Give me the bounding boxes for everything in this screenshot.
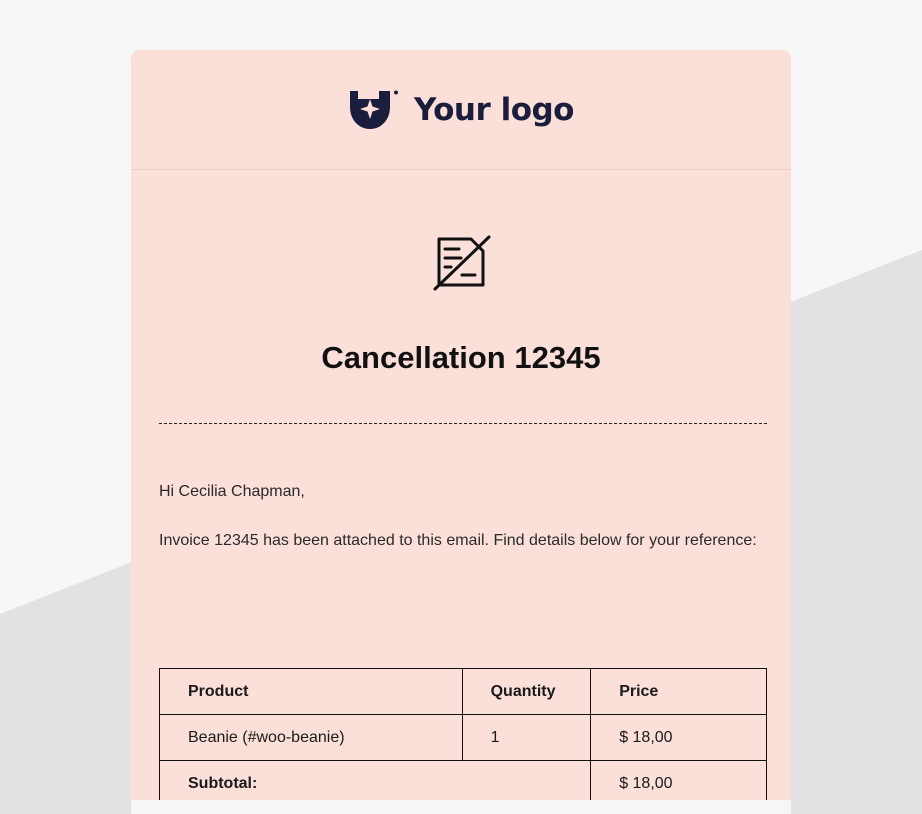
subtotal-label: Subtotal: (158, 760, 592, 800)
table-row: Beanie (#woo-beanie) 1 $ 18,00 (159, 714, 767, 761)
message-body: Hi Cecilia Chapman, Invoice 12345 has be… (131, 424, 791, 553)
subtotal-value: $ 18,00 (590, 760, 767, 800)
greeting-text: Hi Cecilia Chapman, (159, 483, 305, 500)
table-header-row: Product Quantity Price (159, 668, 767, 715)
hero-section: Cancellation 12345 (131, 170, 791, 376)
page-title: Cancellation 12345 (321, 340, 601, 375)
header-price: Price (590, 668, 767, 715)
header-product: Product (159, 668, 463, 715)
document-cancelled-icon (433, 235, 491, 291)
shield-sparkle-icon (350, 90, 399, 129)
bottom-strip (131, 800, 791, 814)
header-quantity: Quantity (461, 668, 592, 715)
email-header: Your logo (131, 50, 791, 170)
subtotal-row: Subtotal: $ 18,00 (158, 760, 767, 800)
email-card: Your logo Cancellation 12345 Hi Cecilia … (131, 50, 791, 800)
message-text: Invoice 12345 has been attached to this … (159, 532, 757, 549)
cell-product: Beanie (#woo-beanie) (159, 714, 463, 761)
logo-text: Your logo (414, 91, 574, 128)
cell-price: $ 18,00 (590, 714, 767, 761)
order-table: Product Quantity Price Beanie (#woo-bean… (158, 668, 767, 800)
brand-logo[interactable]: Your logo (348, 90, 574, 130)
cell-quantity: 1 (461, 714, 592, 761)
